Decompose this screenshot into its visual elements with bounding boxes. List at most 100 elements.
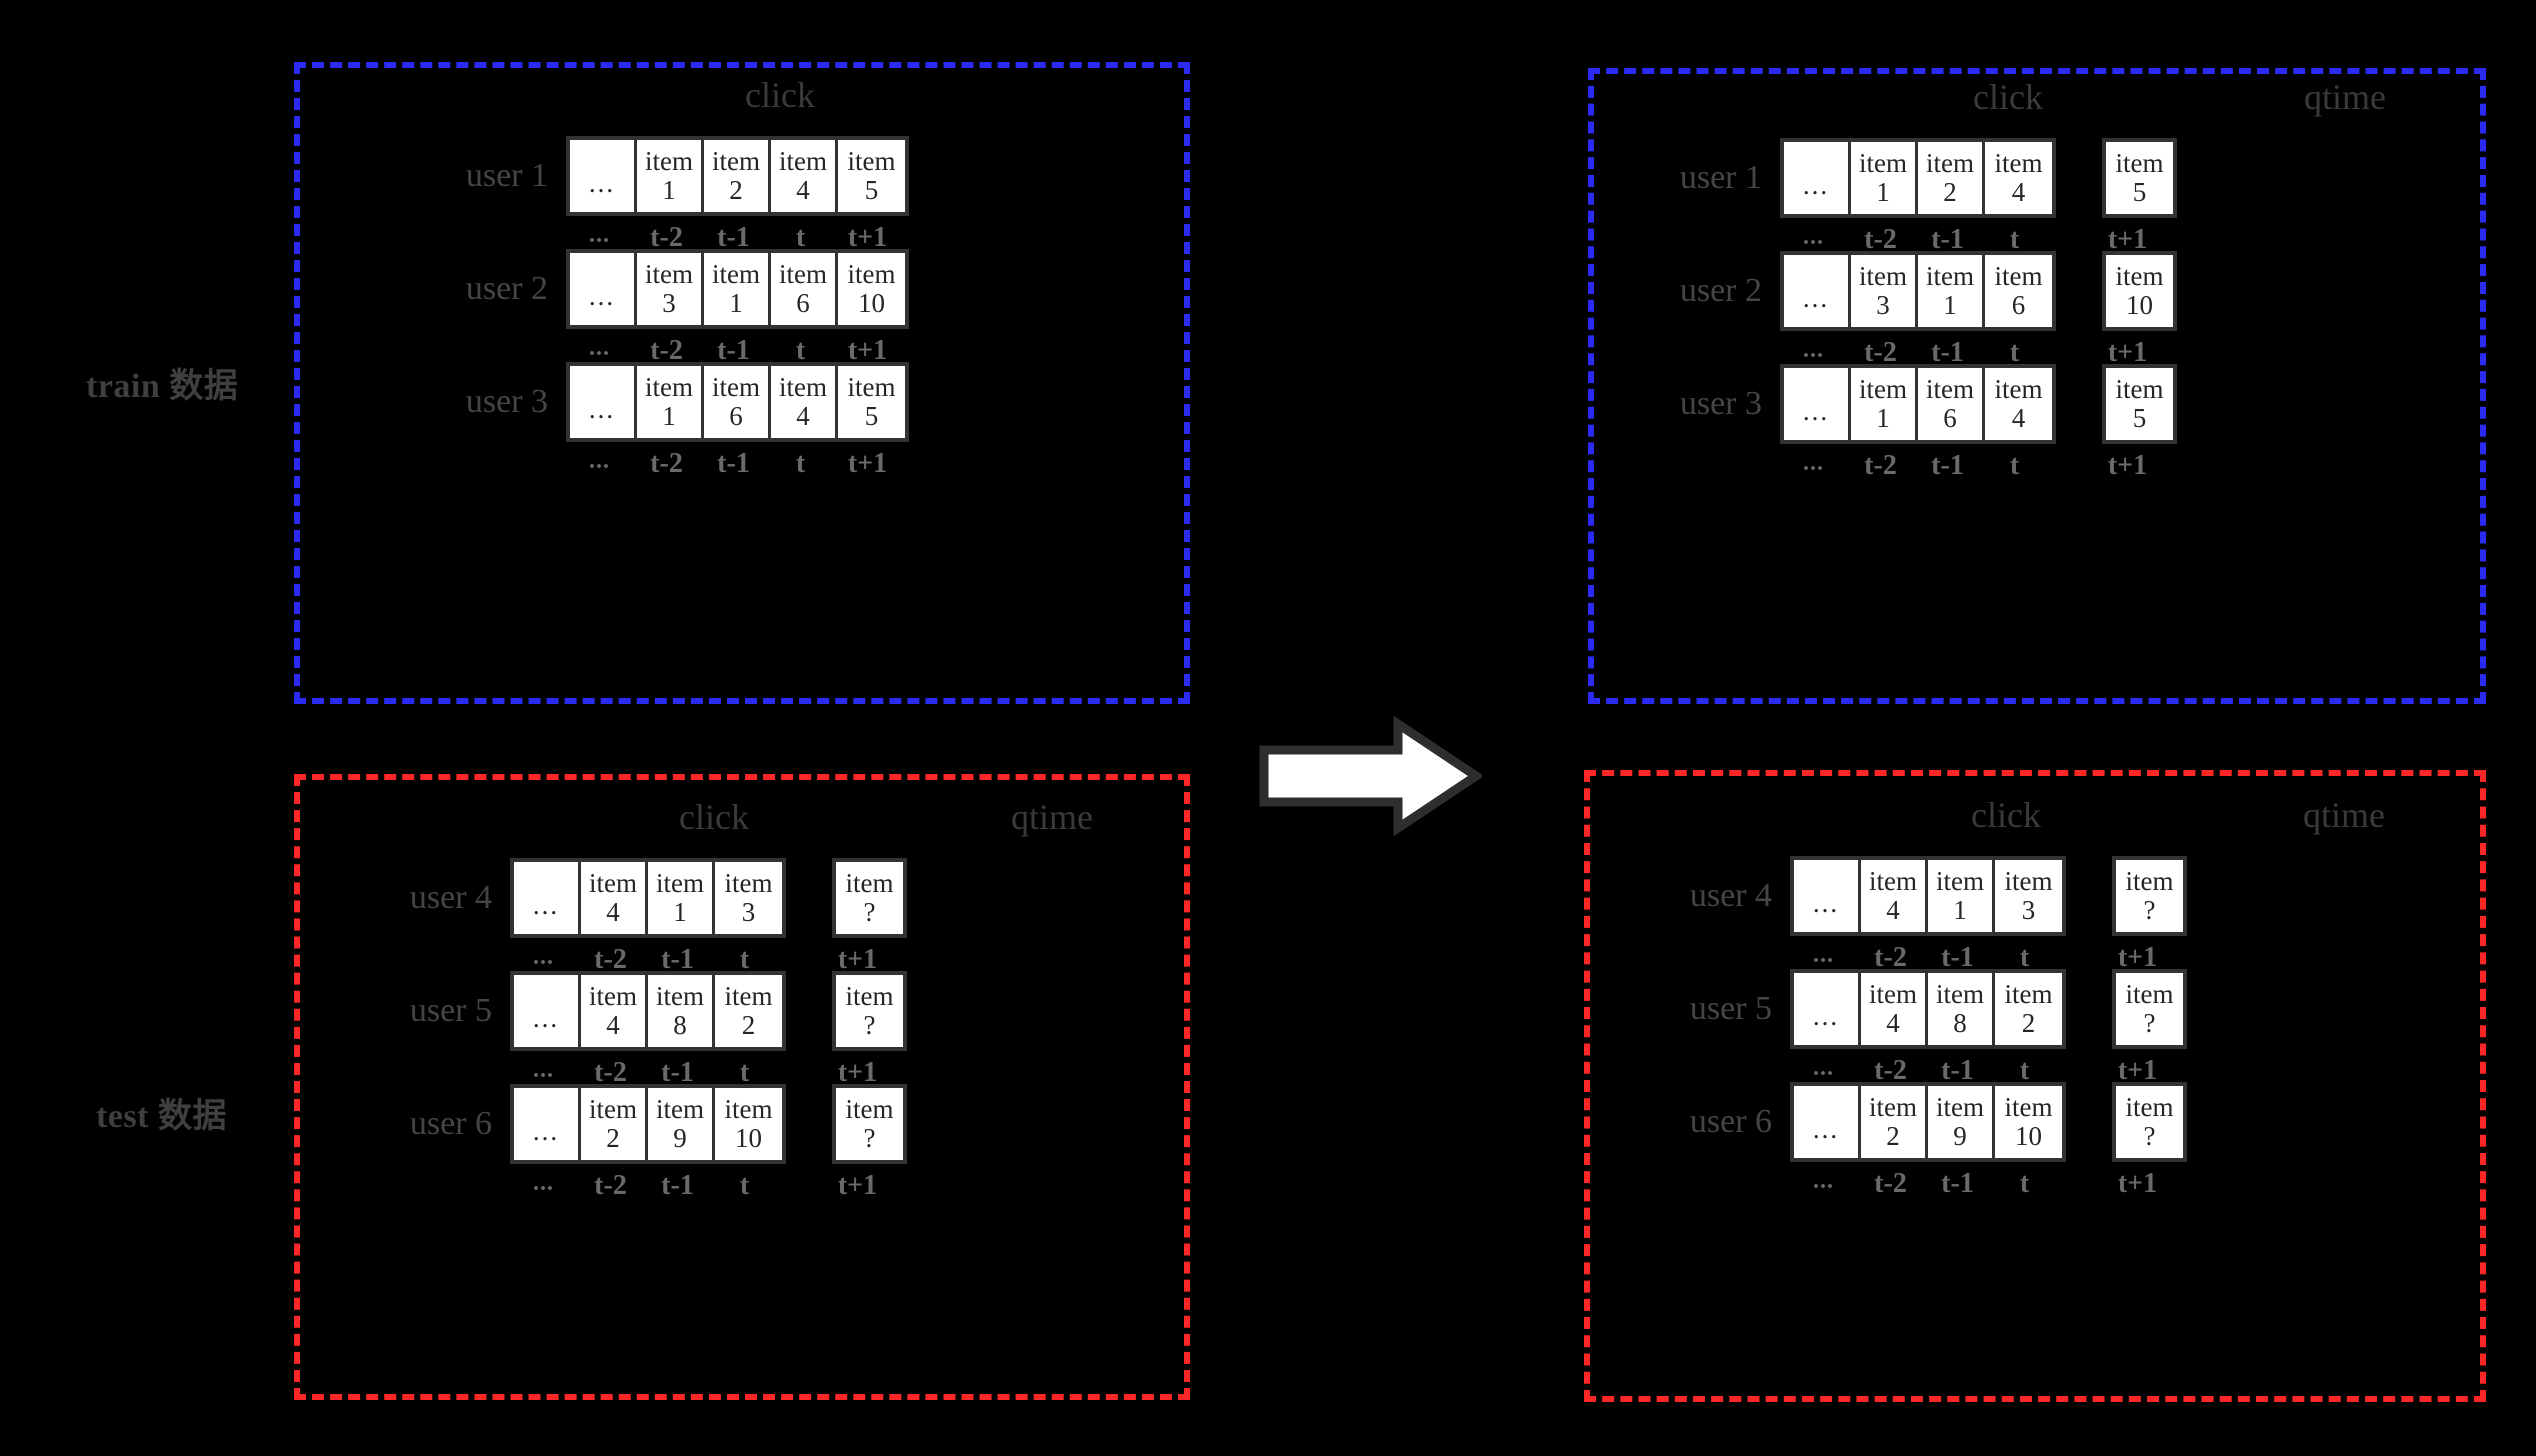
click-cell-group: ... item 3 item 1 item 6 — [1780, 251, 2056, 331]
cell-item-id: 1 — [1876, 403, 1890, 433]
user-label: user 1 — [1679, 159, 1762, 196]
cell-item-id: 2 — [606, 1123, 620, 1153]
user-row: user 4... item 4 item 1 item 3 item? — [330, 858, 907, 938]
cell-item-id: 4 — [606, 897, 620, 927]
qtime-column-header: qtime — [2303, 795, 2385, 835]
cell-item-word: item — [845, 980, 894, 1011]
timestep-tick-row: ... t-2 t-1 t t+1 — [1790, 1168, 2171, 1200]
qtime-cell: item? — [836, 975, 903, 1047]
cell-item-id: 3 — [1876, 290, 1890, 320]
tick-ellipsis: ... — [533, 1170, 554, 1196]
click-cell: ... — [1794, 1086, 1861, 1158]
tick-label: t-1 — [1941, 1168, 1974, 1199]
click-cell-group: ... item 1 item 6 item 4 item 5 — [566, 362, 909, 442]
click-cell: item 2 — [1995, 973, 2062, 1045]
cell-item-word: item — [656, 867, 704, 898]
cell-item-id: ? — [863, 1010, 876, 1040]
user-label: user 4 — [1689, 877, 1772, 914]
click-cell: item 1 — [648, 862, 715, 934]
qtime-column-header: qtime — [1011, 797, 1093, 837]
cell-item-word: item — [1859, 147, 1907, 178]
click-cell: item 1 — [1918, 255, 1985, 327]
cell-item-word: item — [645, 371, 693, 402]
click-cell: ... — [1784, 368, 1851, 440]
cell-item-id: 8 — [673, 1010, 687, 1040]
cell-item-id: 3 — [741, 897, 756, 927]
cell-item-id: 9 — [1953, 1121, 1967, 1151]
click-cell: item 1 — [1928, 860, 1995, 932]
click-cell: item 2 — [704, 140, 771, 212]
click-cell-group: ... item 2 item 9 item 10 — [510, 1084, 786, 1164]
cell-item-word: item — [645, 145, 693, 176]
cell-item-word: item — [724, 867, 773, 898]
click-cell: item 8 — [648, 975, 715, 1047]
tick-label: t-2 — [1874, 1168, 1907, 1199]
click-cell: item 2 — [1861, 1086, 1928, 1158]
click-cell: ... — [1794, 973, 1861, 1045]
click-cell-group: ... item 4 item 1 item 3 — [1790, 856, 2066, 936]
qtime-cell-box: item? — [832, 858, 907, 938]
cell-item-id: 4 — [606, 1010, 620, 1040]
cell-ellipsis: ... — [1802, 169, 1830, 200]
click-cell: item 4 — [1985, 142, 2052, 214]
click-cell: item 1 — [637, 366, 704, 438]
cell-item-id: 2 — [1886, 1121, 1900, 1151]
cell-item-id: 2 — [741, 1010, 756, 1040]
cell-item-word: item — [845, 1093, 894, 1124]
row-sequence: ... item 1 item 2 item 4 item 5 — [566, 136, 909, 216]
click-cell-group: ... item 1 item 2 item 4 item 5 — [566, 136, 909, 216]
tick-label: t+1 — [2117, 1168, 2158, 1199]
cell-item-word: item — [1926, 147, 1974, 178]
cell-item-word: item — [1994, 147, 2043, 178]
cell-ellipsis: ... — [588, 167, 616, 198]
click-cell: item 6 — [1918, 368, 1985, 440]
click-cell: item 3 — [1995, 860, 2062, 932]
tick-gap — [778, 1170, 824, 1202]
cell-item-word: item — [779, 145, 827, 176]
cell-item-id: 1 — [662, 175, 676, 205]
cell-ellipsis: ... — [1802, 282, 1830, 313]
click-cell: item 10 — [715, 1088, 782, 1160]
cell-item-id: 5 — [2132, 177, 2147, 207]
cell-item-id: 2 — [2021, 1008, 2036, 1038]
user-row: user 4... item 4 item 1 item 3 item? — [1610, 856, 2187, 936]
cell-item-word: item — [712, 145, 760, 176]
cell-ellipsis: ... — [532, 1002, 560, 1033]
user-row: user 5... item 4 item 8 item 2 item? — [330, 971, 907, 1051]
cell-item-word: item — [589, 1093, 637, 1124]
cell-item-word: item — [712, 371, 760, 402]
click-cell: item 3 — [637, 253, 704, 325]
tick-gap — [2058, 1168, 2104, 1200]
click-cell: item 2 — [715, 975, 782, 1047]
transform-arrow — [1258, 715, 1485, 841]
cell-item-word: item — [1859, 373, 1907, 404]
click-cell: item 9 — [648, 1088, 715, 1160]
row-sequence: ... item 3 item 1 item 6 item 10 — [566, 249, 909, 329]
cell-item-id: 10 — [735, 1123, 762, 1153]
qtime-cell: item? — [2116, 1086, 2183, 1158]
qtime-cell: item 10 — [2106, 255, 2173, 327]
cell-item-id: 2 — [1943, 177, 1957, 207]
cell-item-id: 10 — [2126, 290, 2153, 320]
cell-item-id: 1 — [1953, 895, 1967, 925]
cell-item-id: ? — [2143, 1008, 2156, 1038]
row-sequence: ... item 4 item 1 item 3 item? — [1790, 856, 2187, 936]
cell-item-id: 1 — [729, 288, 743, 318]
cell-item-id: 3 — [2021, 895, 2036, 925]
qtime-cell: item 5 — [2106, 142, 2173, 214]
qtime-cell-box: item? — [832, 971, 907, 1051]
click-cell: item 8 — [1928, 973, 1995, 1045]
cell-ellipsis: ... — [588, 393, 616, 424]
click-cell: item 4 — [581, 862, 648, 934]
test-group-label: test 数据 — [96, 1098, 227, 1135]
cell-item-id: 1 — [662, 401, 676, 431]
click-cell-group: ... item 4 item 8 item 2 — [510, 971, 786, 1051]
cell-item-word: item — [712, 258, 760, 289]
tick-label: t-1 — [661, 1170, 694, 1201]
click-cell: ... — [514, 1088, 581, 1160]
timestep-tick-row: ... t-2 t-1 t t+1 — [510, 1170, 891, 1202]
tick-label: t-2 — [594, 1170, 627, 1201]
qtime-column-header: qtime — [2304, 77, 2386, 117]
cell-ellipsis: ... — [1812, 1000, 1840, 1031]
timestep-tick-row: ... t-2 t-1 t t+1 — [1780, 450, 2161, 482]
